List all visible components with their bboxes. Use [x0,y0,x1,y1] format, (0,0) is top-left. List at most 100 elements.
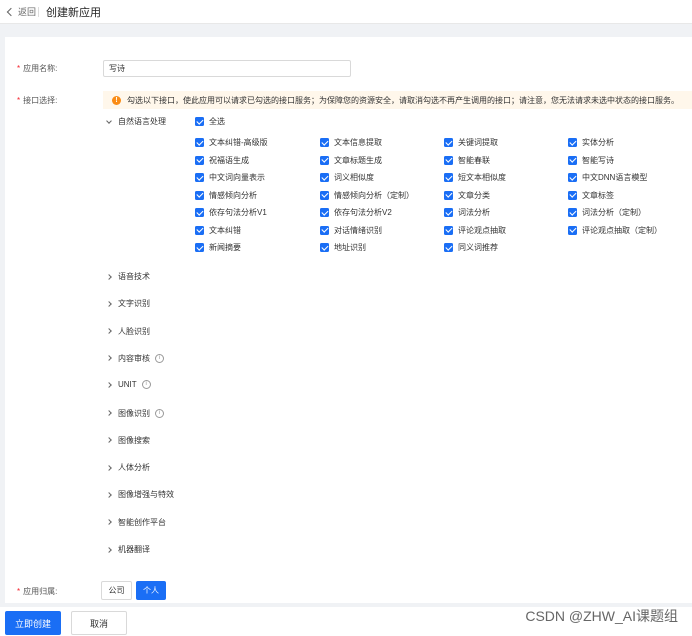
api-checkbox[interactable]: 文章标题生成 [320,155,382,166]
api-checkbox[interactable]: 祝福语生成 [195,155,249,166]
category-item[interactable]: 文字识别 [106,298,150,309]
category-nlp[interactable]: 自然语言处理 [106,116,166,127]
checkbox-checked-icon [444,138,453,147]
chevron-right-icon [106,519,112,526]
category-label: 智能创作平台 [118,517,166,527]
app-name-input[interactable] [103,60,351,77]
category-item[interactable]: UNIT i [106,380,151,390]
api-checkbox-label: 文本信息提取 [334,138,382,147]
chevron-right-icon [106,300,112,307]
api-checkbox[interactable]: 文章标签 [568,190,614,201]
info-circle-icon[interactable]: i [155,353,164,363]
api-checkbox[interactable]: 依存句法分析V2 [320,207,392,218]
back-link[interactable]: 返回 [6,5,36,18]
category-label: 人脸识别 [118,326,150,336]
category-item[interactable]: 图像增强与特效 [106,489,174,500]
chevron-right-icon [106,381,112,388]
api-checkbox-label: 依存句法分析V1 [209,208,267,217]
api-checkbox[interactable]: 评论观点抽取（定制） [568,225,662,236]
info-circle-icon[interactable]: i [141,380,151,390]
api-checkbox[interactable]: 文本纠错 [195,225,241,236]
api-checkbox[interactable]: 智能写诗 [568,155,614,166]
watermark: CSDN @ZHW_AI课题组 [525,608,678,624]
checkbox-checked-icon [195,173,204,182]
api-checkbox-label: 文章标签 [582,190,614,200]
api-checkbox[interactable]: 中文词向量表示 [195,172,265,183]
checkbox-checked-icon [320,208,329,217]
api-checkbox-label: 依存句法分析V2 [334,208,392,217]
chevron-right-icon [106,410,112,416]
api-checkbox-label: 评论观点抽取（定制） [582,225,662,235]
api-checkbox[interactable]: 词法分析（定制） [568,207,646,218]
chevron-right-icon [106,464,112,471]
api-select-label: * 接口选择: [17,96,58,105]
api-checkbox-label: 词义相似度 [334,173,374,182]
category-item[interactable]: 图像识别 i [106,408,164,419]
checkbox-checked-icon [320,225,329,235]
category-item[interactable]: 图像搜索 [106,435,150,446]
api-checkbox[interactable]: 实体分析 [568,137,614,148]
checkbox-checked-icon [195,155,204,165]
api-checkbox-label: 评论观点抽取 [458,225,506,235]
select-all-checkbox[interactable]: 全选 [195,116,225,127]
api-checkbox-label: 新闻摘要 [209,243,241,252]
ownership-person-button[interactable]: 个人 [136,581,166,600]
exclamation-circle-icon: ! [112,95,121,105]
checkbox-checked-icon [320,138,329,147]
api-checkbox-label: 地址识别 [334,243,366,252]
api-checkbox[interactable]: 关键词提取 [444,137,498,148]
api-checkbox[interactable]: 评论观点抽取 [444,225,506,236]
info-circle-icon[interactable]: i [155,408,164,418]
api-checkbox[interactable]: 智能春联 [444,155,490,166]
checkbox-checked-icon [195,117,204,126]
notice-banner: ! 勾选以下接口，使此应用可以请求已勾选的接口服务；为保障您的资源安全，请取消勾… [103,91,692,109]
checkbox-checked-icon [444,173,453,182]
api-checkbox[interactable]: 情感倾向分析 [195,190,257,201]
ownership-company-button[interactable]: 公司 [101,581,132,600]
category-item[interactable]: 语音技术 [106,271,150,282]
category-item[interactable]: 人体分析 [106,462,150,473]
checkbox-checked-icon [568,155,577,165]
api-checkbox[interactable]: 依存句法分析V1 [195,207,267,218]
api-checkbox-label: 文章标题生成 [334,155,382,165]
api-checkbox[interactable]: 文章分类 [444,190,490,201]
category-item[interactable]: 智能创作平台 [106,517,166,528]
category-item[interactable]: 内容审核 i [106,353,164,364]
checkbox-checked-icon [195,138,204,147]
api-checkbox[interactable]: 地址识别 [320,242,366,253]
api-checkbox[interactable]: 短文本相似度 [444,172,506,183]
create-button[interactable]: 立即创建 [5,611,61,635]
api-checkbox[interactable]: 情感倾向分析（定制） [320,190,414,201]
api-checkbox-label: 文本纠错 [209,225,241,235]
api-checkbox[interactable]: 文本信息提取 [320,137,382,148]
cancel-button[interactable]: 取消 [71,611,127,635]
chevron-right-icon [106,546,112,553]
checkbox-checked-icon [444,208,453,217]
api-checkbox[interactable]: 文本纠错-高级版 [195,137,268,148]
category-label: 图像搜索 [118,435,150,445]
checkbox-checked-icon [568,225,577,235]
api-checkbox[interactable]: 词义相似度 [320,172,374,183]
checkbox-checked-icon [320,173,329,182]
api-checkbox[interactable]: 新闻摘要 [195,242,241,253]
category-label: 图像识别 [118,408,150,418]
category-label: 机器翻译 [118,545,150,554]
chevron-right-icon [106,437,112,444]
category-label: 内容审核 [118,353,150,363]
category-item[interactable]: 机器翻译 [106,544,150,555]
api-checkbox-label: 短文本相似度 [458,173,506,182]
api-checkbox-label: 文章分类 [458,190,490,200]
category-label: 语音技术 [118,272,150,281]
category-item[interactable]: 人脸识别 [106,326,150,337]
api-checkbox-label: 文本纠错-高级版 [209,138,268,147]
api-checkbox[interactable]: 中文DNN语言模型 [568,172,647,183]
api-checkbox-label: 关键词提取 [458,138,498,147]
api-checkbox-label: 同义词推荐 [458,243,498,252]
api-checkbox[interactable]: 对话情绪识别 [320,225,382,236]
api-checkbox-label: 祝福语生成 [209,155,249,165]
checkbox-checked-icon [568,173,577,182]
api-checkbox[interactable]: 同义词推荐 [444,242,498,253]
api-checkbox-label: 中文DNN语言模型 [582,173,648,182]
api-checkbox[interactable]: 词法分析 [444,207,490,218]
chevron-right-icon [106,355,112,362]
